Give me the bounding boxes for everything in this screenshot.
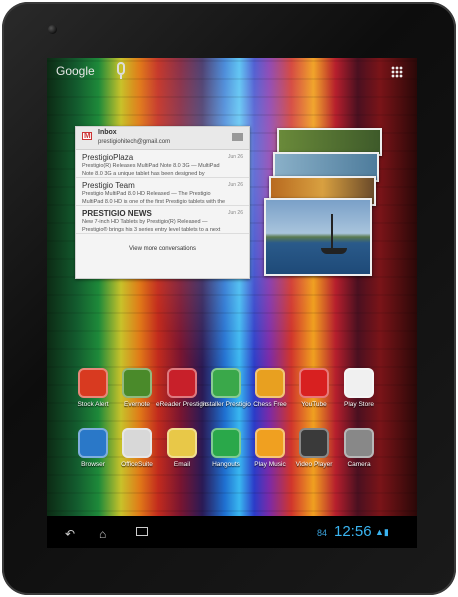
- battery-percent: 84: [317, 528, 328, 538]
- mail-item[interactable]: Prestigio Team Jun 26 Prestigio MultiPad…: [76, 178, 249, 206]
- app-play-store[interactable]: Play Store: [332, 368, 386, 408]
- mail-date: Jun 26: [227, 182, 243, 188]
- view-more-link[interactable]: View more conversations: [76, 234, 249, 252]
- front-camera: [48, 25, 57, 34]
- compose-icon[interactable]: [232, 133, 243, 141]
- gmail-header: Inbox prestigiohitech@gmail.com: [76, 127, 249, 150]
- google-search-label[interactable]: Google: [56, 64, 95, 78]
- clock[interactable]: 12:56: [334, 523, 372, 540]
- mail-sender: PRESTIGIO NEWS: [82, 209, 152, 218]
- mail-snippet: Note 8.0 3G a unique tablet has been des…: [82, 171, 205, 177]
- gmail-icon: [82, 131, 92, 140]
- mail-item[interactable]: PrestigioPlaza Jun 26 Prestigio(R) Relea…: [76, 150, 249, 178]
- ereader-icon: [167, 368, 197, 398]
- mail-date: Jun 26: [227, 210, 243, 216]
- microphone-icon[interactable]: [117, 62, 125, 79]
- search-bar[interactable]: Google: [47, 58, 417, 84]
- chess-icon: [255, 368, 285, 398]
- stock-alert-icon: [78, 368, 108, 398]
- recent-apps-icon[interactable]: [136, 527, 148, 536]
- navigation-bar: ↶ ⌂ 84 12:56 ▲▮: [47, 516, 417, 548]
- app-label: Play Store: [344, 401, 374, 408]
- hangouts-icon: [211, 428, 241, 458]
- browser-icon: [78, 428, 108, 458]
- gmail-account: prestigiohitech@gmail.com: [98, 139, 171, 145]
- mail-snippet: Prestigio MultiPad 8.0 HD Released — The…: [82, 191, 211, 197]
- mail-snippet: New 7-inch HD Tablets by Prestigio(R) Re…: [82, 219, 208, 225]
- home-icon[interactable]: ⌂: [99, 527, 106, 541]
- mail-snippet: Prestigio(R) Releases MultiPad Note 8.0 …: [82, 163, 220, 169]
- mail-snippet: MultiPad 8.0 HD is one of the first Pres…: [82, 199, 226, 205]
- officesuite-icon: [122, 428, 152, 458]
- play-store-icon: [344, 368, 374, 398]
- gmail-inbox-title[interactable]: Inbox: [98, 129, 117, 136]
- all-apps-icon[interactable]: [391, 66, 403, 78]
- boat-hull: [321, 248, 347, 254]
- mail-date: Jun 26: [227, 154, 243, 160]
- evernote-icon: [122, 368, 152, 398]
- youtube-icon: [299, 368, 329, 398]
- mail-sender: PrestigioPlaza: [82, 153, 134, 162]
- play-music-icon: [255, 428, 285, 458]
- mail-sender: Prestigio Team: [82, 181, 135, 190]
- wifi-signal-battery-icon[interactable]: ▲▮: [375, 527, 389, 538]
- gmail-widget[interactable]: Inbox prestigiohitech@gmail.com Prestigi…: [75, 126, 250, 279]
- mail-snippet: Prestigio® brings his 3 series entry lev…: [82, 227, 221, 233]
- camera-icon: [344, 428, 374, 458]
- installer-icon: [211, 368, 241, 398]
- video-player-icon: [299, 428, 329, 458]
- app-camera[interactable]: Camera: [332, 428, 386, 468]
- home-screen: Google Inbox prestigiohitech@gmail.com P…: [47, 58, 417, 548]
- boat-mast: [331, 214, 333, 250]
- email-icon: [167, 428, 197, 458]
- app-label: Camera: [347, 461, 371, 468]
- mail-item[interactable]: PRESTIGIO NEWS Jun 26 New 7-inch HD Tabl…: [76, 206, 249, 234]
- tablet-device: Google Inbox prestigiohitech@gmail.com P…: [2, 2, 456, 595]
- photo-thumbnail[interactable]: [264, 198, 372, 276]
- back-icon[interactable]: ↶: [65, 527, 75, 541]
